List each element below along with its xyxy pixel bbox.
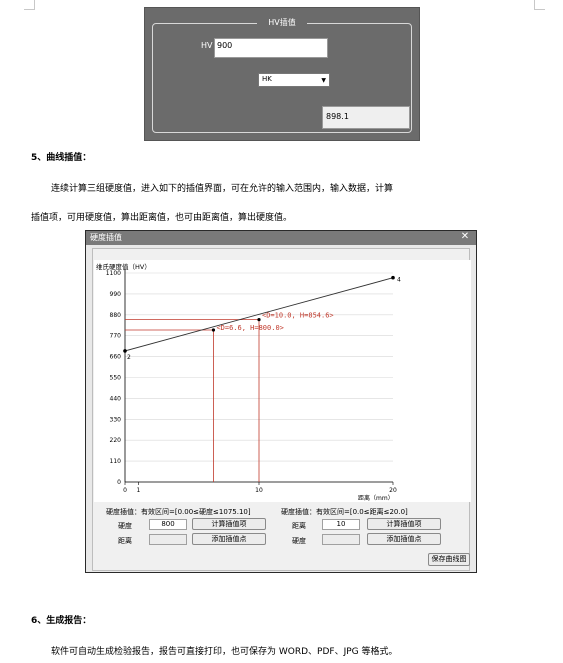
data-point	[123, 349, 127, 353]
hardness-interpolation-dialog: 硬度插值 ✕ 维氏硬度值（HV） 1100 990 880 770 660 550 440 33…	[85, 230, 477, 573]
y-tick-label: 660	[110, 354, 122, 361]
right-hardness-label: 硬度	[292, 537, 306, 545]
close-icon[interactable]: ✕	[456, 231, 474, 243]
y-tick-label: 440	[110, 395, 122, 402]
data-point-label: 2	[127, 354, 131, 361]
section5-heading: 5、曲线插值：	[31, 153, 92, 163]
scale-select[interactable]: HK ▼	[258, 73, 330, 87]
left-calc-button[interactable]: 计算插值项	[192, 518, 266, 530]
data-point	[391, 275, 395, 280]
dialog-titlebar[interactable]: 硬度插值 ✕	[86, 231, 476, 245]
y-tick-label: 330	[110, 416, 122, 423]
interp-point-label: <D=10.0, H=854.6>	[262, 312, 334, 320]
page-corner-mark-right	[534, 0, 545, 10]
x-tick-label: 1	[136, 487, 140, 494]
x-tick-label: 20	[389, 487, 397, 494]
right-hardness-output	[322, 534, 360, 545]
y-tick-label: 110	[110, 458, 122, 465]
left-add-point-button[interactable]: 添加插值点	[192, 533, 266, 545]
left-distance-label: 距离	[118, 537, 132, 545]
dialog-title: 硬度插值	[90, 233, 122, 242]
right-add-point-button[interactable]: 添加插值点	[367, 533, 441, 545]
hk-result-field: 898.1	[322, 106, 410, 129]
section6-paragraph: 软件可自动生成检验报告，报告可直接打印，也可保存为 WORD、PDF、JPG 等…	[51, 647, 398, 657]
y-tick-label: 0	[117, 479, 121, 486]
right-calc-button[interactable]: 计算插值项	[367, 518, 441, 530]
y-tick-label: 770	[110, 333, 122, 340]
chart-svg: 维氏硬度值（HV）1100990880770660550440330220110…	[96, 262, 401, 502]
y-tick-label: 880	[110, 312, 122, 319]
y-tick-label: 1100	[106, 270, 121, 277]
hardness-range-header: 硬度插值：有效区间=[0.00≤硬度≤1075.10]	[106, 508, 251, 516]
left-distance-output	[149, 534, 187, 545]
interp-point	[257, 318, 261, 322]
interp-point-label: <D=6.6, H=800.0>	[216, 324, 283, 332]
scale-select-value: HK	[262, 75, 272, 83]
data-point-label: 4	[397, 277, 401, 284]
interpolation-chart: 维氏硬度值（HV） 1100 990 880 770 660 550 440 330 220 110…	[94, 260, 471, 502]
section5-paragraph-line2: 插值项，可用硬度值，算出距离值，也可由距离值，算出硬度值。	[31, 213, 293, 223]
hv-input[interactable]: 900	[214, 38, 328, 58]
section6-heading: 6、生成报告：	[31, 616, 92, 626]
page-corner-mark-left	[24, 0, 35, 10]
interp-point	[211, 328, 216, 332]
save-chart-button[interactable]: 保存曲线图	[428, 553, 470, 566]
y-tick-label: 220	[110, 437, 122, 444]
y-axis-label: 维氏硬度值（HV）	[96, 262, 151, 271]
chevron-down-icon: ▼	[321, 77, 326, 84]
right-distance-label: 距离	[292, 522, 306, 530]
x-axis-label: 距离（mm）	[358, 494, 394, 502]
x-tick-label: 10	[255, 487, 263, 494]
y-tick-label: 990	[110, 291, 122, 298]
left-hardness-input[interactable]: 800	[149, 519, 187, 530]
section5-paragraph-line1: 连续计算三组硬度值，进入如下的插值界面，可在允许的输入范围内，输入数据，计算	[51, 184, 394, 194]
right-distance-input[interactable]: 10	[322, 519, 360, 530]
x-tick-label: 0	[123, 487, 127, 494]
hv-label: HV	[201, 41, 213, 50]
hv-group-title: HV插值	[257, 17, 307, 28]
distance-range-header: 硬度插值：有效区间=[0.0≤距离≤20.0]	[281, 508, 408, 516]
left-hardness-label: 硬度	[118, 522, 132, 530]
y-tick-label: 550	[110, 375, 122, 382]
